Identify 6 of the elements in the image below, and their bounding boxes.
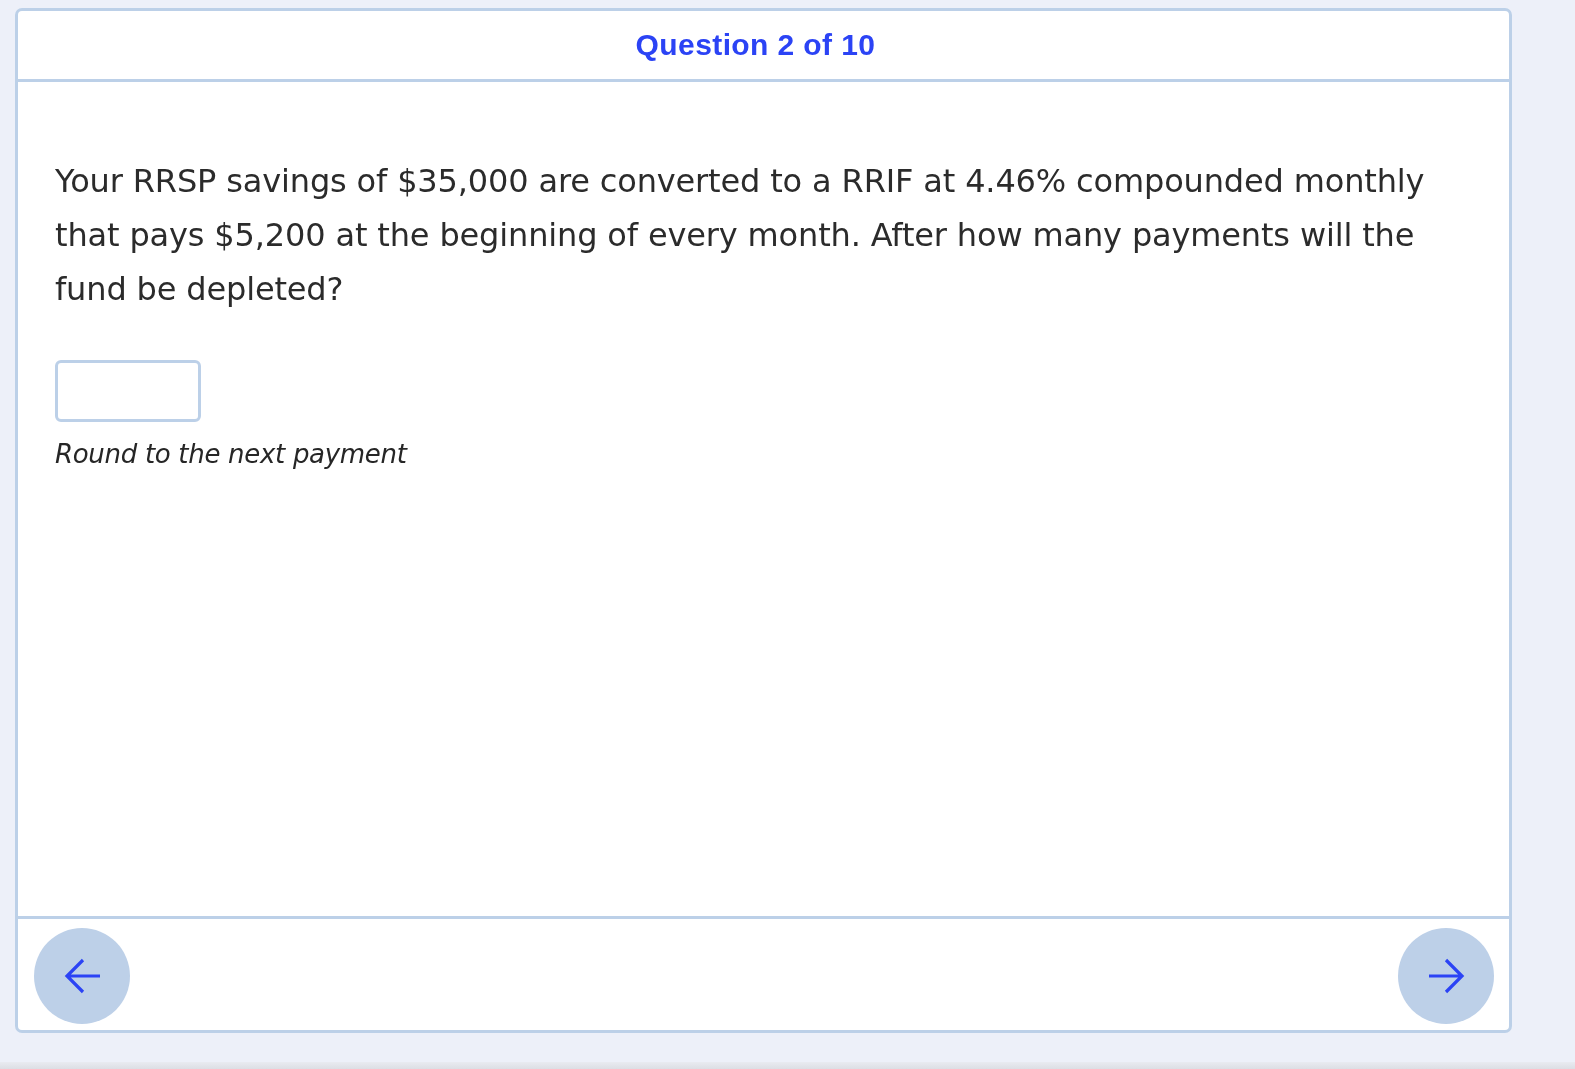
right-arrow-icon (1427, 958, 1465, 994)
answer-note: Round to the next payment (55, 438, 407, 471)
question-text: Your RRSP savings of $35,000 are converted to a RRIF at 4.46% compounded monthly that pays $5,200 at the beginning of every month. After how many payments will the fund be depleted? (55, 161, 1426, 310)
answer-field[interactable] (55, 360, 201, 422)
question-counter: Question 2 of 10 (635, 28, 876, 62)
left-arrow-icon (63, 958, 101, 994)
